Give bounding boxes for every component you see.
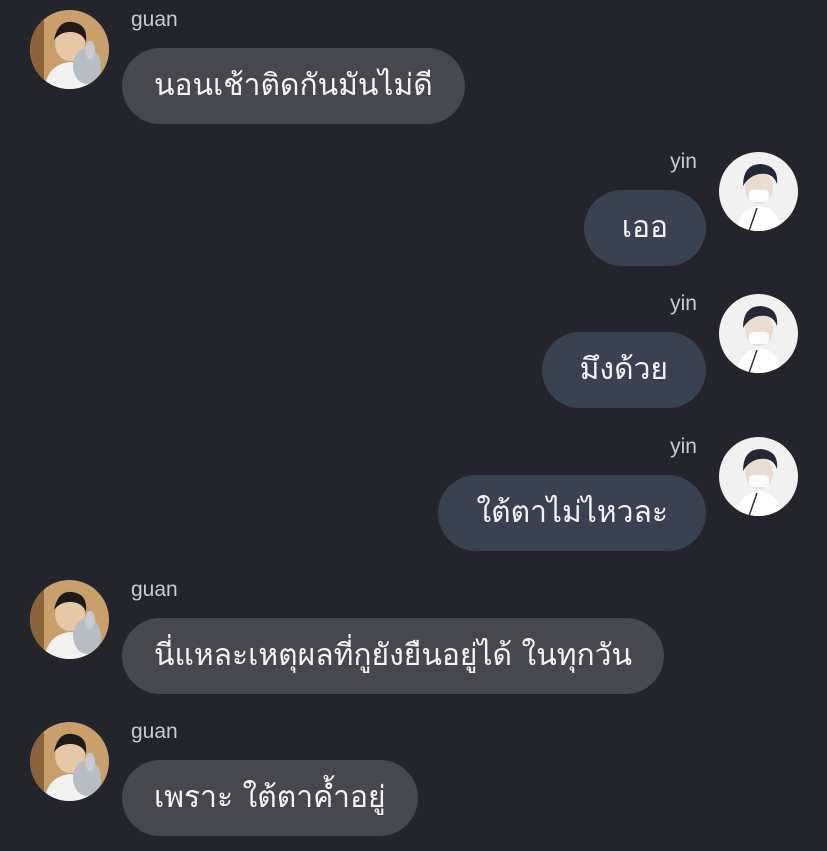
sender-name: guan [131, 578, 178, 601]
chat-thread: guan นอนเช้าติดกันมันไม่ดี yin เออ yin ม… [0, 0, 827, 851]
message-bubble[interactable]: เออ [583, 190, 706, 266]
sender-name: yin [670, 435, 697, 458]
message-bubble[interactable]: นอนเช้าติดกันมันไม่ดี [122, 48, 465, 124]
avatar-yin[interactable] [719, 152, 798, 231]
avatar-image [719, 294, 798, 373]
avatar-image [30, 10, 109, 89]
avatar-guan[interactable] [30, 722, 109, 801]
avatar-yin[interactable] [719, 294, 798, 373]
message-bubble[interactable]: นี่แหละเหตุผลที่กูยังยืนอยู่ได้ ในทุกวัน [122, 618, 664, 694]
message-bubble[interactable]: มึงด้วย [541, 332, 706, 408]
sender-name: yin [670, 292, 697, 315]
avatar-image [719, 152, 798, 231]
message-bubble[interactable]: เพราะ ใต้ตาค้ำอยู่ [122, 760, 418, 836]
sender-name: guan [131, 8, 178, 31]
avatar-yin[interactable] [719, 437, 798, 516]
avatar-image [30, 580, 109, 659]
avatar-guan[interactable] [30, 10, 109, 89]
avatar-image [30, 722, 109, 801]
message-bubble[interactable]: ใต้ตาไม่ไหวละ [438, 475, 706, 551]
sender-name: yin [670, 150, 697, 173]
avatar-guan[interactable] [30, 580, 109, 659]
avatar-image [719, 437, 798, 516]
sender-name: guan [131, 720, 178, 743]
